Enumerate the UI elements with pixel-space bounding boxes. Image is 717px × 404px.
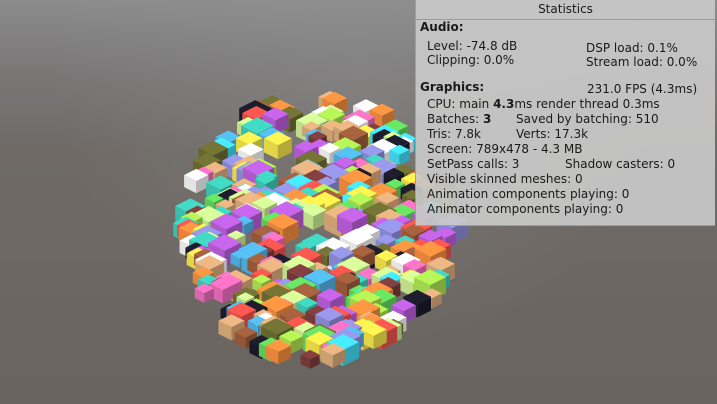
- cpu-main-value: 4.3: [493, 97, 515, 111]
- graphics-cpu: CPU: main 4.3ms render thread 0.3ms: [427, 97, 660, 112]
- graphics-batches: Batches: 3: [427, 112, 491, 127]
- cpu-prefix: CPU: main: [427, 97, 494, 111]
- graphics-saved-by-batching: Saved by batching: 510: [516, 112, 659, 126]
- audio-clipping: Clipping: 0.0%: [427, 53, 515, 67]
- graphics-fps: 231.0 FPS (4.3ms): [587, 82, 698, 96]
- batches-value: 3: [483, 112, 492, 126]
- audio-section-label: Audio:: [420, 20, 464, 34]
- audio-dsp-load: DSP load: 0.1%: [586, 41, 678, 55]
- graphics-visible-skinned-meshes: Visible skinned meshes: 0: [427, 172, 583, 186]
- graphics-animation-components: Animation components playing: 0: [427, 187, 630, 201]
- graphics-screen: Screen: 789x478 - 4.3 MB: [427, 142, 583, 156]
- batches-prefix: Batches:: [427, 112, 483, 126]
- graphics-shadow-casters: Shadow casters: 0: [565, 157, 676, 171]
- statistics-panel: Statistics Audio: Level: -74.8 dB DSP lo…: [415, 0, 715, 226]
- graphics-tris: Tris: 7.8k: [427, 127, 481, 141]
- graphics-section-label: Graphics:: [420, 80, 485, 94]
- graphics-verts: Verts: 17.3k: [516, 127, 589, 141]
- cpu-suffix: ms render thread 0.3ms: [514, 97, 660, 111]
- graphics-setpass-calls: SetPass calls: 3: [427, 157, 520, 171]
- audio-level: Level: -74.8 dB: [427, 39, 518, 53]
- statistics-title: Statistics: [416, 0, 715, 20]
- graphics-animator-components: Animator components playing: 0: [427, 202, 624, 216]
- audio-stream-load: Stream load: 0.0%: [586, 55, 698, 69]
